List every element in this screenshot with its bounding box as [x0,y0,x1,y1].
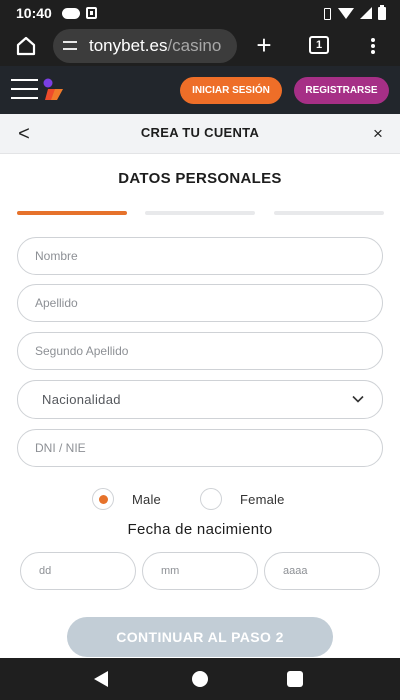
tab-switcher-button[interactable]: 1 [309,36,329,54]
modal-title: CREA TU CUENTA [140,125,260,140]
url-path: /casino [167,36,222,55]
toggle-notification-icon [61,7,80,19]
dob-title: Fecha de nacimiento [127,521,273,538]
more-menu-icon[interactable] [366,36,380,56]
nav-home-icon[interactable] [192,671,208,687]
apellido-input[interactable] [17,284,383,322]
male-label: Male [132,491,161,507]
nacionalidad-value: Nacionalidad [42,392,121,407]
site-settings-icon[interactable] [63,39,81,53]
battery-icon [378,4,386,20]
dob-day-input[interactable] [20,552,136,590]
login-button[interactable]: INICIAR SESIÓN [180,77,282,104]
wifi-icon [338,7,354,19]
status-bar: 10:40 [0,0,400,26]
home-icon[interactable] [16,36,36,56]
screenshot-notification-icon [85,7,97,19]
nav-recents-icon[interactable] [287,671,303,687]
address-bar[interactable]: tonybet.es/casino [53,29,237,63]
dob-year-input[interactable] [264,552,380,590]
progress-step-2 [145,211,255,215]
progress-step-3 [274,211,384,215]
dob-month-input[interactable] [142,552,258,590]
nav-back-icon[interactable] [94,671,108,687]
cell-signal-icon [360,7,372,19]
status-time: 10:40 [16,5,52,21]
female-radio[interactable] [200,488,222,510]
dni-nie-input[interactable] [17,429,383,467]
back-arrow-icon[interactable]: < [14,123,34,145]
male-radio[interactable] [92,488,114,510]
browser-toolbar: tonybet.es/casino + 1 [0,26,400,66]
notification-icons [61,7,97,19]
menu-icon[interactable] [11,79,38,101]
nacionalidad-select[interactable]: Nacionalidad [17,380,383,419]
android-nav-bar [0,658,400,700]
chevron-down-icon [352,395,364,403]
register-button[interactable]: REGISTRARSE [294,77,389,104]
system-icons [322,4,386,20]
segundo-apellido-input[interactable] [17,332,383,370]
brand-logo-icon[interactable] [41,78,67,102]
gender-option-female[interactable]: Female [200,488,285,510]
gender-option-male[interactable]: Male [92,488,161,510]
progress-step-1 [17,211,127,215]
modal-header: CREA TU CUENTA < × [0,114,400,154]
continue-button[interactable]: CONTINUAR AL PASO 2 [67,617,333,657]
close-icon[interactable]: × [368,124,388,144]
url-domain: tonybet.es [89,36,168,55]
new-tab-icon[interactable]: + [254,32,274,58]
vibrate-icon [322,7,332,20]
female-label: Female [240,491,285,507]
nombre-input[interactable] [17,237,383,275]
section-title: DATOS PERSONALES [118,170,282,187]
